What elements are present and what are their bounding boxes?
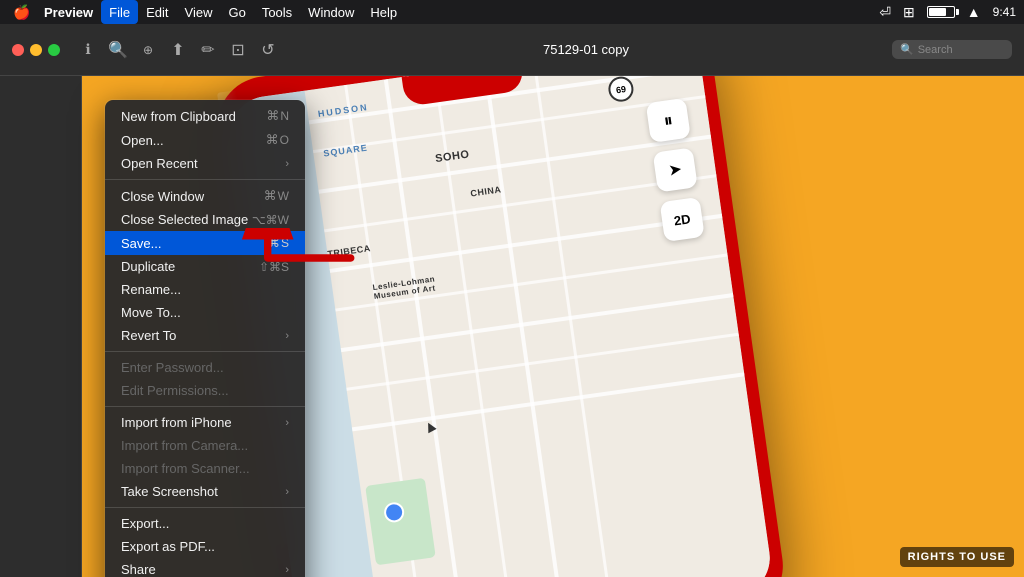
menubar-right-icons: ⏎ ⊞ ▲ 9:41 bbox=[879, 4, 1016, 21]
menu-take-screenshot-arrow: › bbox=[285, 486, 289, 498]
map-2d-btn[interactable]: 2D bbox=[660, 197, 705, 242]
zoom-in-icon[interactable]: ⊕ bbox=[136, 38, 160, 62]
separator-4 bbox=[105, 507, 305, 508]
menu-new-from-clipboard-label: New from Clipboard bbox=[121, 109, 236, 124]
menu-close-selected-image-shortcut: ⌥⌘W bbox=[252, 213, 289, 227]
document-title: 75129-01 copy bbox=[288, 42, 884, 57]
map-label-soho: SOHO bbox=[435, 148, 471, 165]
battery-icon bbox=[927, 6, 955, 18]
edit-icon[interactable]: ✏ bbox=[196, 38, 220, 62]
file-dropdown-menu: New from Clipboard ⌘N Open... ⌘O Open Re… bbox=[105, 100, 305, 577]
menu-edit-permissions: Edit Permissions... bbox=[105, 379, 305, 402]
menu-close-window[interactable]: Close Window ⌘W bbox=[105, 184, 305, 208]
toolbar-left-icons: ℹ 🔍 ⊕ ⬆ ✏ ⊡ ↺ bbox=[76, 38, 280, 62]
separator-3 bbox=[105, 406, 305, 407]
time-display: 9:41 bbox=[993, 5, 1016, 19]
wifi-icon[interactable]: ▲ bbox=[967, 4, 981, 20]
menu-import-camera: Import from Camera... bbox=[105, 434, 305, 457]
menu-share-arrow: › bbox=[285, 564, 289, 576]
menu-take-screenshot-label: Take Screenshot bbox=[121, 484, 218, 499]
map-compass-btn[interactable]: ➤ bbox=[653, 147, 698, 192]
map-label-china: CHINA bbox=[470, 184, 502, 198]
left-sidebar bbox=[0, 76, 82, 577]
menu-view[interactable]: View bbox=[177, 0, 221, 24]
zoom-out-icon[interactable]: 🔍 bbox=[106, 38, 130, 62]
menu-export-pdf[interactable]: Export as PDF... bbox=[105, 535, 305, 558]
window-controls bbox=[12, 44, 60, 56]
menu-import-iphone-arrow: › bbox=[285, 417, 289, 429]
apple-menu[interactable]: 🍎 bbox=[8, 4, 36, 21]
menu-edit-permissions-label: Edit Permissions... bbox=[121, 383, 229, 398]
menu-window[interactable]: Window bbox=[300, 0, 362, 24]
menu-help[interactable]: Help bbox=[362, 0, 405, 24]
main-content: HUDSON SQUARE SOHO CHINA TRIBECA Leslie-… bbox=[0, 76, 1024, 577]
menu-import-camera-label: Import from Camera... bbox=[121, 438, 248, 453]
menu-move-to[interactable]: Move To... bbox=[105, 301, 305, 324]
separator-2 bbox=[105, 351, 305, 352]
menu-revert-to-arrow: › bbox=[285, 330, 289, 342]
toolbar: ℹ 🔍 ⊕ ⬆ ✏ ⊡ ↺ 75129-01 copy 🔍 Search bbox=[0, 24, 1024, 76]
menu-close-selected-image-label: Close Selected Image bbox=[121, 212, 248, 227]
red-arrow bbox=[240, 228, 360, 288]
menu-import-scanner-label: Import from Scanner... bbox=[121, 461, 250, 476]
menu-open-recent-arrow: › bbox=[285, 158, 289, 170]
menu-enter-password: Enter Password... bbox=[105, 356, 305, 379]
menu-open-label: Open... bbox=[121, 133, 164, 148]
menu-file[interactable]: File bbox=[101, 0, 138, 24]
menu-enter-password-label: Enter Password... bbox=[121, 360, 224, 375]
menu-revert-to-label: Revert To bbox=[121, 328, 176, 343]
menu-tools[interactable]: Tools bbox=[254, 0, 300, 24]
menu-go[interactable]: Go bbox=[220, 0, 253, 24]
menu-take-screenshot[interactable]: Take Screenshot › bbox=[105, 480, 305, 503]
watermark: RIGHTS TO USE bbox=[900, 547, 1014, 567]
share-icon[interactable]: ⬆ bbox=[166, 38, 190, 62]
rotate-icon[interactable]: ↺ bbox=[256, 38, 280, 62]
airplay-icon[interactable]: ⏎ bbox=[879, 4, 891, 21]
controls-icon[interactable]: ⊞ bbox=[903, 4, 915, 21]
menu-new-from-clipboard-shortcut: ⌘N bbox=[266, 108, 289, 124]
crop-icon[interactable]: ⊡ bbox=[226, 38, 250, 62]
menu-duplicate-label: Duplicate bbox=[121, 259, 175, 274]
minimize-button[interactable] bbox=[30, 44, 42, 56]
map-pause-btn[interactable]: ⏸ bbox=[646, 98, 691, 143]
menu-export[interactable]: Export... bbox=[105, 512, 305, 535]
search-box[interactable]: 🔍 Search bbox=[892, 40, 1012, 59]
menu-revert-to[interactable]: Revert To › bbox=[105, 324, 305, 347]
speed-sign: 69 bbox=[607, 76, 635, 103]
search-icon: 🔍 bbox=[900, 43, 914, 56]
close-button[interactable] bbox=[12, 44, 24, 56]
menu-export-label: Export... bbox=[121, 516, 169, 531]
app-name[interactable]: Preview bbox=[36, 5, 101, 20]
separator-1 bbox=[105, 179, 305, 180]
menu-share[interactable]: Share › bbox=[105, 558, 305, 577]
menu-import-scanner: Import from Scanner... bbox=[105, 457, 305, 480]
menu-save-label: Save... bbox=[121, 236, 161, 251]
info-icon[interactable]: ℹ bbox=[76, 38, 100, 62]
menu-share-label: Share bbox=[121, 562, 156, 577]
menu-close-window-shortcut: ⌘W bbox=[264, 188, 289, 204]
menu-open-shortcut: ⌘O bbox=[266, 132, 289, 148]
menu-open-recent-label: Open Recent bbox=[121, 156, 198, 171]
menu-close-window-label: Close Window bbox=[121, 189, 204, 204]
map-label-square: SQUARE bbox=[323, 143, 368, 159]
menu-export-pdf-label: Export as PDF... bbox=[121, 539, 215, 554]
apple-icon: 🍎 bbox=[13, 4, 30, 21]
menu-import-iphone[interactable]: Import from iPhone › bbox=[105, 411, 305, 434]
phone-screen: HUDSON SQUARE SOHO CHINA TRIBECA Leslie-… bbox=[225, 76, 774, 577]
menu-import-iphone-label: Import from iPhone bbox=[121, 415, 232, 430]
search-label: Search bbox=[918, 44, 953, 56]
menu-move-to-label: Move To... bbox=[121, 305, 181, 320]
map-display: HUDSON SQUARE SOHO CHINA TRIBECA Leslie-… bbox=[225, 76, 774, 577]
menu-edit[interactable]: Edit bbox=[138, 0, 176, 24]
menubar: 🍎 Preview File Edit View Go Tools Window… bbox=[0, 0, 1024, 24]
maximize-button[interactable] bbox=[48, 44, 60, 56]
menu-open[interactable]: Open... ⌘O bbox=[105, 128, 305, 152]
menu-new-from-clipboard[interactable]: New from Clipboard ⌘N bbox=[105, 104, 305, 128]
menu-rename-label: Rename... bbox=[121, 282, 181, 297]
menu-open-recent[interactable]: Open Recent › bbox=[105, 152, 305, 175]
